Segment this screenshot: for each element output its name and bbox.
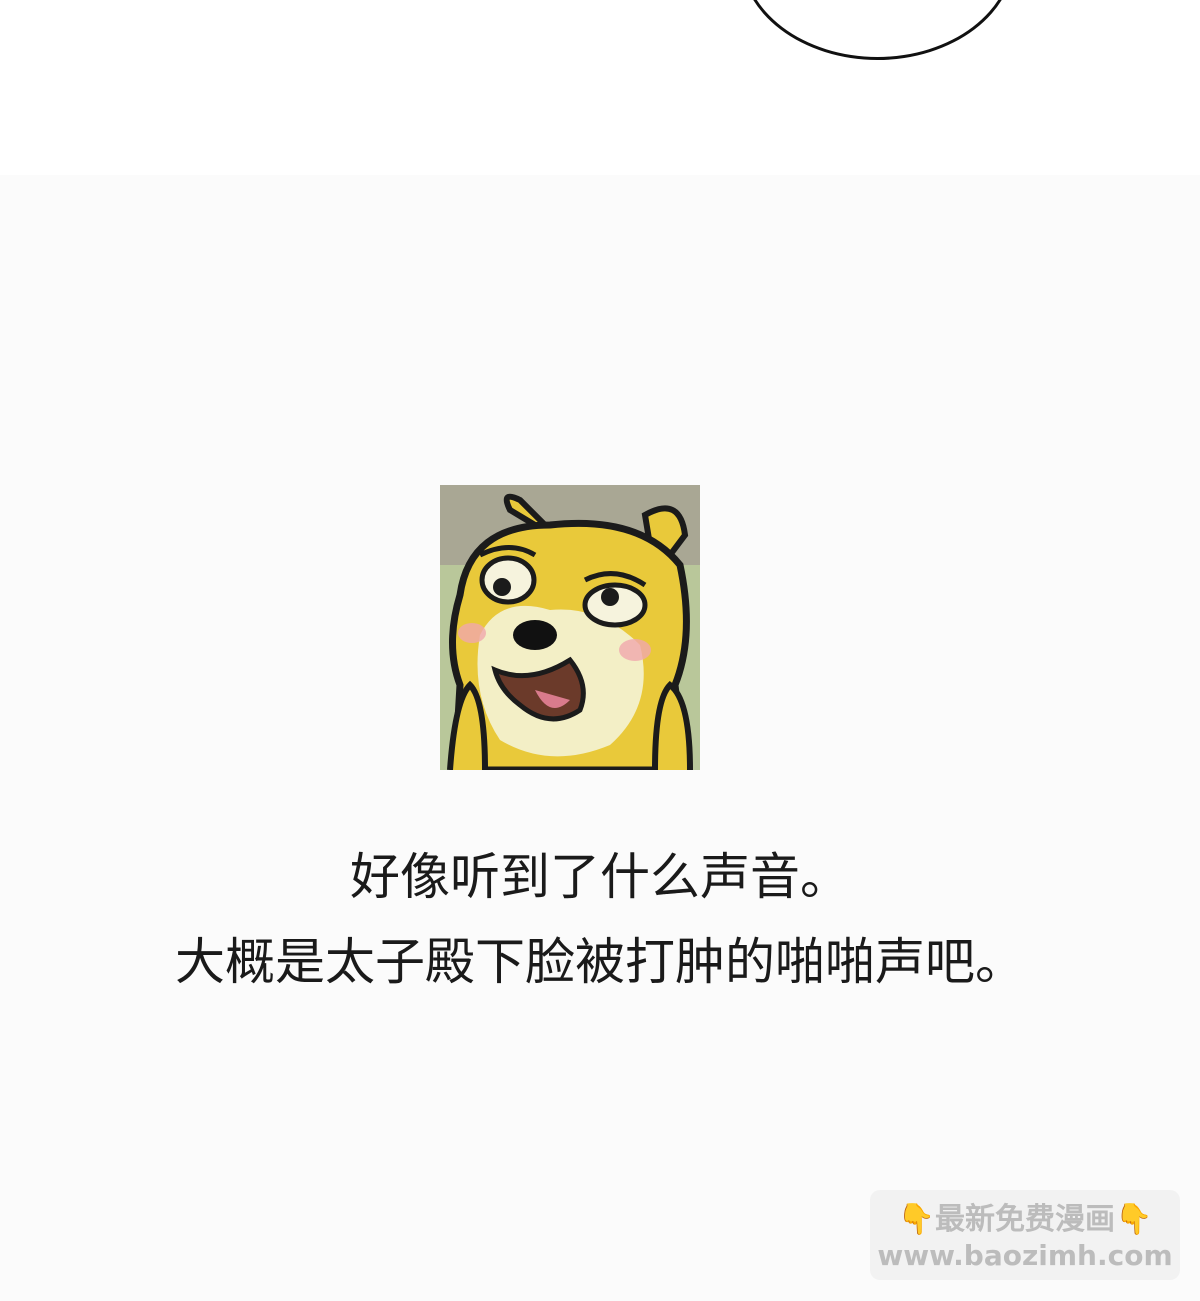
doge-meme-image [440,485,700,770]
caption-line-1: 好像听到了什么声音。 [350,848,850,906]
doge-meme-drawing [440,485,700,770]
watermark-badge: 👇最新免费漫画👇 www.baozimh.com [870,1190,1180,1280]
top-comic-panel [0,0,1200,175]
pointing-down-hand-icon: 👇 [897,1202,935,1237]
watermark-line-1: 👇最新免费漫画👇 [870,1200,1180,1240]
caption-line-2: 大概是太子殿下脸被打肿的啪啪声吧。 [175,933,1025,991]
pointing-down-hand-icon: 👇 [1115,1202,1153,1237]
watermark-title: 最新免费漫画 [935,1202,1115,1237]
speech-bubble-outline [740,0,1015,60]
watermark-url: www.baozimh.com [877,1239,1173,1272]
